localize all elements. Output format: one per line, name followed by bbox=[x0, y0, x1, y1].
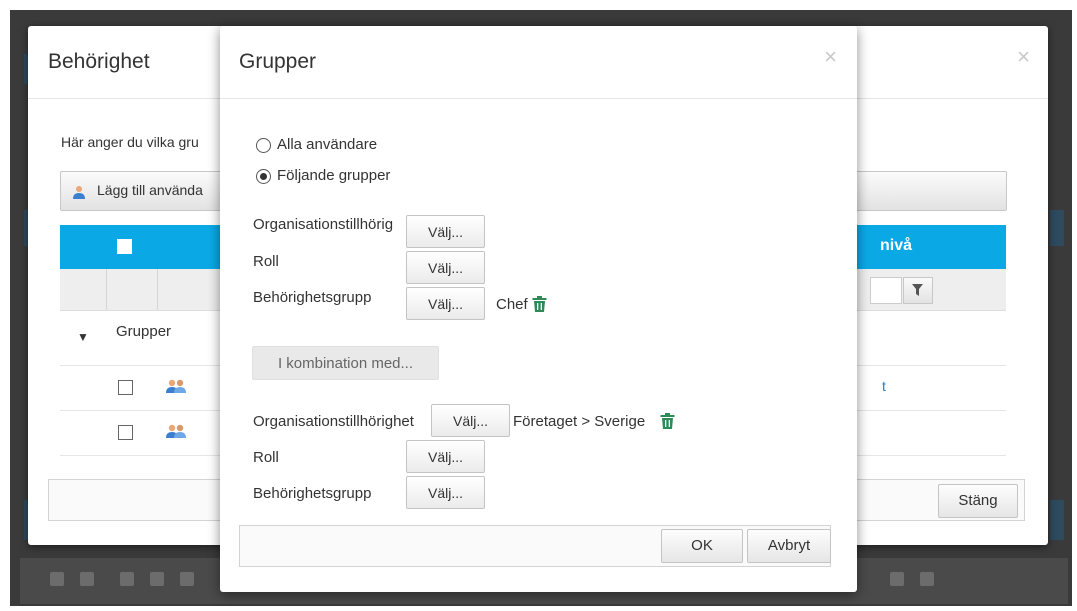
toolbar-icon bbox=[120, 572, 134, 586]
group-section-label: Grupper bbox=[116, 323, 172, 340]
chevron-down-icon[interactable]: ▼ bbox=[77, 330, 89, 344]
filter-input[interactable] bbox=[870, 277, 902, 304]
column-divider bbox=[106, 269, 107, 310]
radio-following-groups[interactable] bbox=[256, 169, 271, 184]
permission-dialog-close-icon[interactable]: × bbox=[1017, 44, 1030, 70]
groups-dialog-close-icon[interactable]: × bbox=[824, 44, 837, 70]
toolbar-icon bbox=[50, 572, 64, 586]
permission-group-selected: Chef bbox=[496, 296, 528, 313]
permission-dialog-title: Behörighet bbox=[48, 50, 150, 73]
row-checkbox[interactable] bbox=[118, 425, 133, 440]
group-icon bbox=[166, 424, 186, 438]
toolbar-icon bbox=[150, 572, 164, 586]
add-user-button-label: Lägg till använda bbox=[97, 182, 203, 198]
toolbar-icon bbox=[80, 572, 94, 586]
role-choose-button[interactable]: Välj... bbox=[406, 251, 485, 284]
role-label: Roll bbox=[253, 253, 279, 270]
toolbar-icon bbox=[180, 572, 194, 586]
org-membership-choose-button[interactable]: Välj... bbox=[406, 215, 485, 248]
org-membership-label-2: Organisationstillhörighet bbox=[253, 413, 414, 430]
permission-group-choose-button[interactable]: Välj... bbox=[406, 287, 485, 320]
org-membership-label: Organisationstillhörig bbox=[253, 216, 394, 233]
ok-button[interactable]: OK bbox=[661, 529, 743, 563]
divider bbox=[220, 98, 857, 99]
org-membership-choose-button-2[interactable]: Välj... bbox=[431, 404, 510, 437]
person-icon bbox=[73, 186, 85, 199]
close-button[interactable]: Stäng bbox=[938, 484, 1018, 518]
trash-icon[interactable] bbox=[532, 296, 547, 312]
filter-button[interactable] bbox=[903, 277, 933, 304]
toolbar-icon bbox=[890, 572, 904, 586]
radio-following-groups-label[interactable]: Följande grupper bbox=[277, 167, 390, 184]
radio-all-users-label[interactable]: Alla användare bbox=[277, 136, 377, 153]
row-checkbox[interactable] bbox=[118, 380, 133, 395]
permission-group-label: Behörighetsgrupp bbox=[253, 289, 372, 306]
permission-description: Här anger du vilka gru bbox=[61, 134, 199, 150]
background-strip bbox=[1050, 210, 1064, 246]
role-label-2: Roll bbox=[253, 449, 279, 466]
permission-group-label-2: Behörighetsgrupp bbox=[253, 485, 372, 502]
cancel-button[interactable]: Avbryt bbox=[747, 529, 831, 563]
row-link[interactable]: t bbox=[882, 378, 886, 394]
permission-group-choose-button-2[interactable]: Välj... bbox=[406, 476, 485, 509]
org-membership-selected: Företaget > Sverige bbox=[513, 413, 646, 430]
role-choose-button-2[interactable]: Välj... bbox=[406, 440, 485, 473]
select-all-checkbox[interactable] bbox=[117, 239, 132, 254]
groups-dialog: Grupper × Alla användare Följande gruppe… bbox=[220, 26, 857, 592]
column-header-level: nivå bbox=[880, 237, 913, 254]
trash-icon[interactable] bbox=[660, 413, 675, 429]
filter-icon bbox=[912, 284, 923, 296]
column-divider bbox=[157, 269, 158, 310]
group-icon bbox=[166, 379, 186, 393]
toolbar-icon bbox=[920, 572, 934, 586]
radio-all-users[interactable] bbox=[256, 138, 271, 153]
combine-with-button[interactable]: I kombination med... bbox=[252, 346, 439, 380]
background-strip bbox=[1050, 500, 1064, 540]
groups-dialog-title: Grupper bbox=[239, 50, 317, 73]
